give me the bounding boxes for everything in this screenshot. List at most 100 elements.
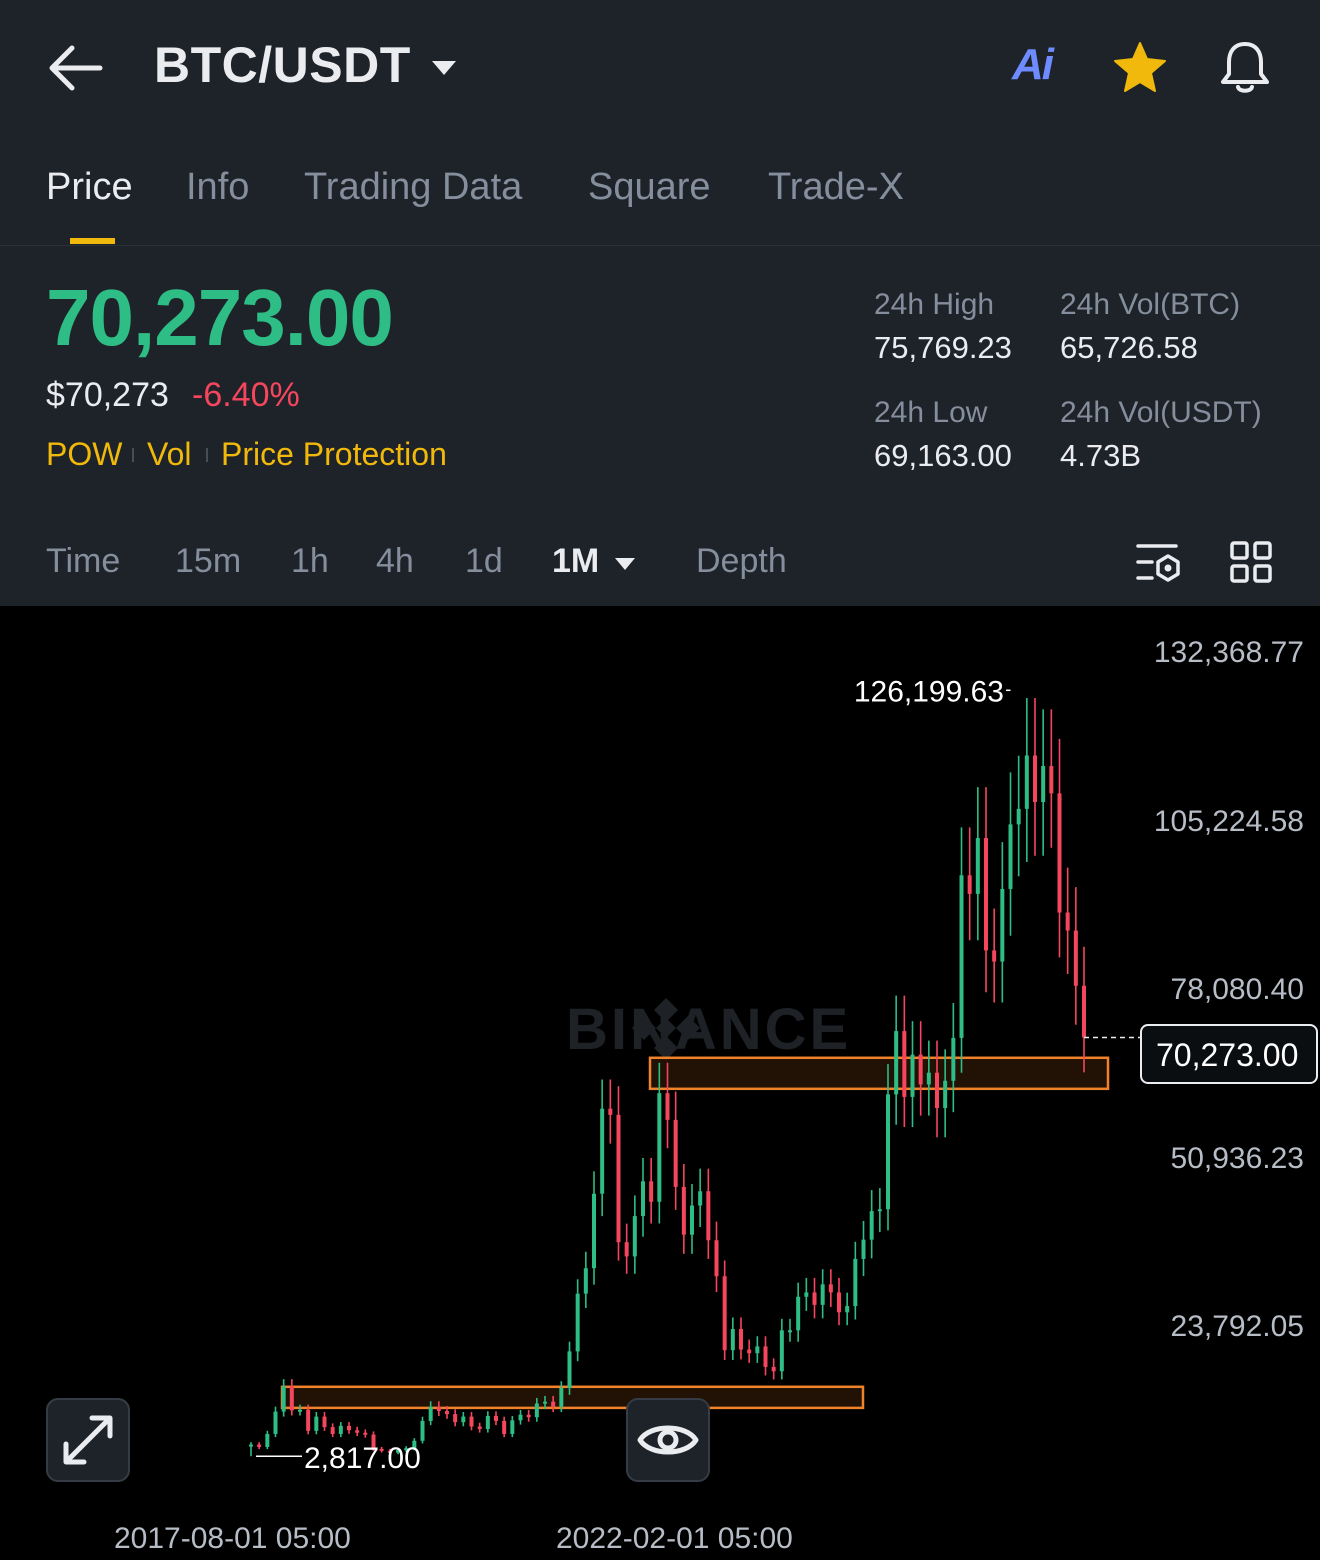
candle-body [567, 1351, 572, 1389]
stat-low-label: 24h Low [874, 396, 988, 429]
timeframe-1d[interactable]: 1d [465, 542, 503, 581]
candle-body [314, 1416, 319, 1431]
timeframe-15m[interactable]: 15m [175, 542, 241, 581]
candle-body [592, 1193, 596, 1269]
y-tick-label: 23,792.05 [1170, 1310, 1304, 1343]
tag-price-protection[interactable]: Price Protection [221, 436, 447, 473]
candle-body [436, 1406, 441, 1411]
stat-vol-btc-value: 65,726.58 [1060, 330, 1198, 365]
candle-body [485, 1415, 490, 1429]
candle-body [575, 1293, 580, 1352]
x-tick-label: 2022-02-01 05:00 [556, 1522, 793, 1555]
candle-body [910, 1054, 915, 1097]
candle-body [902, 1031, 907, 1097]
grid-layout-icon[interactable] [1228, 540, 1276, 586]
candle-body [935, 1072, 939, 1109]
candle-body [665, 1093, 670, 1120]
timeframe-time[interactable]: Time [46, 542, 120, 581]
candle-body [812, 1292, 817, 1305]
candle-body [510, 1420, 515, 1434]
candle-body [845, 1306, 850, 1313]
tag-pow[interactable]: POW [46, 436, 122, 473]
candle-body [959, 875, 964, 1038]
tab-trading-data[interactable]: Trading Data [304, 166, 522, 209]
y-tick-label: 105,224.58 [1153, 805, 1304, 838]
candle-body [1073, 930, 1078, 986]
candle-body [796, 1296, 801, 1331]
support-zone [648, 1056, 1110, 1091]
candle-body [657, 1093, 662, 1202]
timeframe-1h[interactable]: 1h [291, 542, 329, 581]
candle-body [837, 1292, 841, 1313]
min-price-annotation: 2,817.00 [304, 1442, 421, 1475]
candle-body [616, 1114, 621, 1243]
caret-down-icon[interactable] [430, 58, 458, 78]
candle-body [428, 1406, 433, 1421]
candle-body [534, 1403, 539, 1418]
candle-body [338, 1425, 343, 1434]
candle-body [984, 838, 988, 951]
candle-body [853, 1258, 858, 1307]
tag-divider [132, 448, 134, 462]
candle-body [1041, 766, 1046, 803]
candle-body [632, 1216, 637, 1257]
ai-icon[interactable]: Ai [1012, 40, 1054, 90]
candle-body [673, 1119, 678, 1187]
stat-high-value: 75,769.23 [874, 330, 1012, 365]
pair-title[interactable]: BTC/USDT [154, 36, 411, 94]
star-icon[interactable] [1112, 40, 1168, 96]
candle-body [877, 1209, 882, 1212]
candle-body [624, 1242, 629, 1257]
candle-body [739, 1329, 743, 1350]
caret-down-icon[interactable] [614, 556, 636, 572]
stat-high-label: 24h High [874, 288, 995, 321]
candle-body [355, 1430, 360, 1433]
candle-body [747, 1349, 752, 1354]
candle-body [494, 1415, 498, 1421]
candle-body [1057, 793, 1062, 913]
candle-body [698, 1191, 703, 1206]
tab-info[interactable]: Info [186, 166, 249, 209]
candle-body [526, 1414, 531, 1418]
candle-body [453, 1414, 458, 1423]
section-tabs: Price Info Trading Data Square Trade-X [0, 160, 1320, 246]
candle-body [1000, 888, 1005, 962]
candle-body [690, 1205, 694, 1235]
candle-body [706, 1191, 711, 1241]
candle-body [967, 875, 972, 894]
visibility-toggle-button[interactable] [626, 1398, 710, 1482]
candle-body [714, 1240, 719, 1277]
candle-body [477, 1426, 482, 1429]
chart-settings-icon[interactable] [1134, 540, 1182, 586]
candle-body [681, 1186, 686, 1235]
tab-price[interactable]: Price [46, 166, 133, 209]
bell-icon[interactable] [1216, 38, 1274, 96]
candle-body [1024, 755, 1029, 809]
timeframe-1m[interactable]: 1M [552, 542, 599, 581]
timeframe-depth[interactable]: Depth [696, 542, 787, 581]
tag-divider [206, 448, 208, 462]
candle-body [330, 1427, 335, 1434]
candle-body [265, 1433, 270, 1447]
candle-body [992, 950, 997, 962]
timeframe-4h[interactable]: 4h [376, 542, 414, 581]
tab-trade-x[interactable]: Trade-X [768, 166, 904, 209]
fullscreen-button[interactable] [46, 1398, 130, 1482]
candle-body [543, 1401, 547, 1404]
candle-body [289, 1386, 294, 1411]
tag-vol[interactable]: Vol [147, 436, 191, 473]
tab-square[interactable]: Square [588, 166, 711, 209]
max-price-annotation: 126,199.63 [854, 675, 1004, 708]
candle-body [518, 1414, 523, 1421]
active-tab-indicator [70, 238, 115, 244]
candle-body [1008, 824, 1013, 889]
arrow-left-icon[interactable] [44, 40, 108, 96]
candle-body [306, 1409, 311, 1431]
candle-body [502, 1420, 507, 1434]
change-percent: -6.40% [192, 376, 300, 414]
eye-icon [637, 1425, 699, 1455]
candle-body [828, 1284, 833, 1293]
candle-body [1082, 985, 1086, 1038]
candle-body [445, 1410, 449, 1415]
candle-body [551, 1401, 556, 1407]
